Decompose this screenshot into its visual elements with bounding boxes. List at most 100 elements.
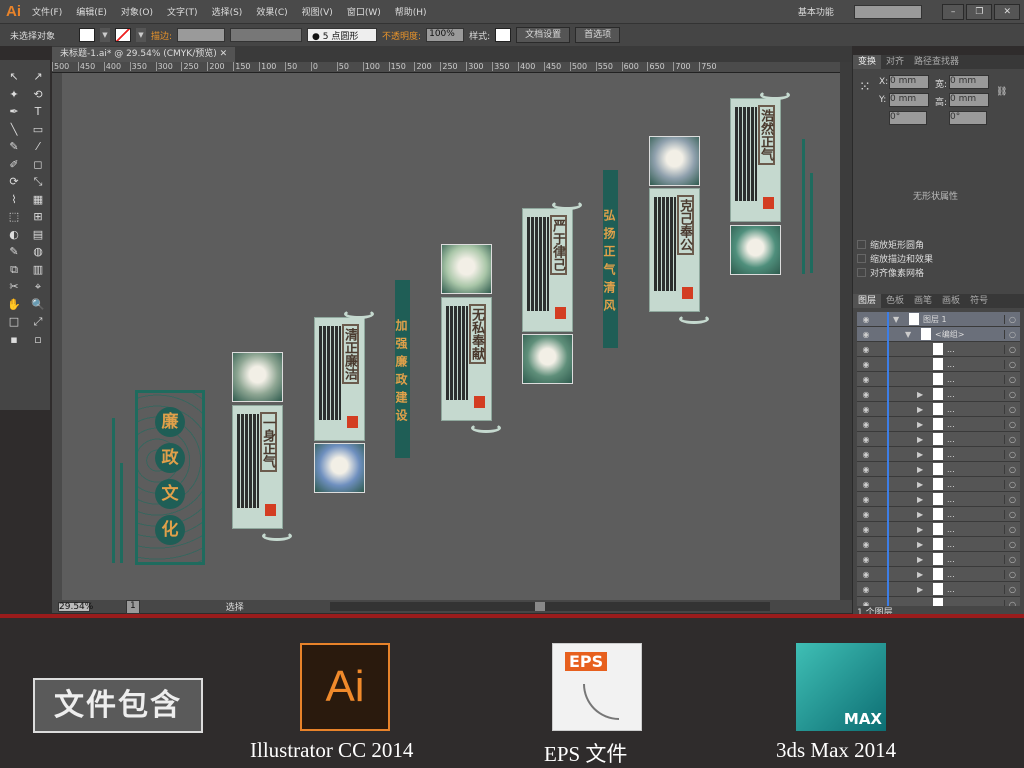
tool-icon[interactable]: ▥ (28, 261, 48, 279)
stroke-swatch[interactable] (115, 28, 131, 42)
tool-icon[interactable]: ⤡ (28, 173, 48, 191)
expand-arrow-icon[interactable]: ▶ (917, 450, 929, 459)
workspace-switcher[interactable]: 基本功能 (798, 5, 834, 18)
expand-arrow-icon[interactable]: ▶ (917, 555, 929, 564)
tool-icon[interactable]: T (28, 103, 48, 121)
document-setup-button[interactable]: 文档设置 (516, 27, 571, 43)
lock-toggle[interactable] (875, 431, 889, 447)
tool-icon[interactable]: ◍ (28, 243, 48, 261)
lock-toggle[interactable] (875, 326, 889, 342)
expand-arrow-icon[interactable]: ▶ (917, 525, 929, 534)
reference-point-icon[interactable]: ⁙ (859, 79, 871, 95)
layer-row[interactable]: ◉... ○ (857, 371, 1020, 387)
menu-item[interactable]: 文字(T) (167, 5, 198, 18)
checkbox-option[interactable]: 缩放描边和效果 (857, 251, 933, 265)
brush-select[interactable]: ● 5 点圆形 (307, 28, 378, 42)
layers-tab[interactable]: 画笔 (909, 294, 937, 308)
transform-tab[interactable]: 路径查找器 (909, 55, 964, 69)
tool-icon[interactable]: 🔍 (28, 296, 48, 314)
eye-icon[interactable]: ◉ (857, 510, 875, 519)
tool-icon[interactable]: ⌖ (28, 278, 48, 296)
expand-arrow-icon[interactable]: ▶ (917, 390, 929, 399)
lock-toggle[interactable] (875, 356, 889, 372)
expand-arrow-icon[interactable]: ▼ (905, 330, 917, 339)
shear-field[interactable]: 0° (949, 111, 987, 125)
layer-row[interactable]: ◉ ▶... ○ (857, 536, 1020, 552)
zoom-field[interactable]: 29.54% (58, 601, 93, 612)
artboard-field[interactable]: 1 (126, 599, 140, 614)
tool-icon[interactable]: ⌇ (4, 191, 24, 209)
layer-row[interactable]: ◉ ▶... ○ (857, 476, 1020, 492)
lock-toggle[interactable] (875, 371, 889, 387)
expand-arrow-icon[interactable]: ▶ (917, 510, 929, 519)
layer-row[interactable]: ◉ ▶... ○ (857, 521, 1020, 537)
tool-icon[interactable]: ⬚ (4, 208, 24, 226)
lock-toggle[interactable] (875, 446, 889, 462)
document-tab[interactable]: 未标题-1.ai* @ 29.54% (CMYK/预览) ✕ (52, 47, 236, 62)
target-icon[interactable]: ○ (1004, 329, 1020, 339)
layer-row[interactable]: ◉ ▶... ○ (857, 581, 1020, 597)
tool-icon[interactable]: ✒ (4, 103, 24, 121)
expand-arrow-icon[interactable]: ▶ (917, 540, 929, 549)
link-icon[interactable]: ⛓ (996, 87, 1007, 97)
expand-arrow-icon[interactable]: ▶ (917, 465, 929, 474)
opacity-field[interactable]: 100% (426, 28, 465, 42)
target-icon[interactable]: ○ (1004, 404, 1020, 414)
target-icon[interactable]: ○ (1004, 449, 1020, 459)
eye-icon[interactable]: ◉ (857, 345, 875, 354)
target-icon[interactable]: ○ (1004, 389, 1020, 399)
target-icon[interactable]: ○ (1004, 479, 1020, 489)
search-input[interactable] (853, 4, 922, 19)
lock-toggle[interactable] (875, 566, 889, 582)
tool-icon[interactable]: ✂ (4, 278, 24, 296)
lock-toggle[interactable] (875, 461, 889, 477)
target-icon[interactable]: ○ (1004, 599, 1020, 606)
checkbox[interactable] (857, 253, 866, 263)
layer-row[interactable]: ◉... ○ (857, 341, 1020, 357)
eye-icon[interactable]: ◉ (857, 465, 875, 474)
width-field[interactable]: 0 mm (949, 75, 989, 89)
stroke-label[interactable]: 描边: (151, 29, 172, 42)
opacity-label[interactable]: 不透明度: (382, 29, 421, 42)
expand-arrow-icon[interactable]: ▶ (917, 480, 929, 489)
lock-toggle[interactable] (875, 551, 889, 567)
lock-toggle[interactable] (875, 491, 889, 507)
tool-icon[interactable]: ▫ (28, 331, 48, 349)
lock-toggle[interactable] (875, 506, 889, 522)
expand-arrow-icon[interactable]: ▶ (917, 405, 929, 414)
style-swatch[interactable] (495, 28, 512, 42)
x-field[interactable]: 0 mm (889, 75, 929, 89)
target-icon[interactable]: ○ (1004, 464, 1020, 474)
menu-item[interactable]: 帮助(H) (395, 5, 427, 18)
layers-tab[interactable]: 色板 (881, 294, 909, 308)
expand-arrow-icon[interactable]: ▶ (917, 435, 929, 444)
target-icon[interactable]: ○ (1004, 509, 1020, 519)
chevron-down-icon[interactable]: ▼ (100, 28, 110, 42)
tool-icon[interactable]: ↖ (4, 68, 24, 86)
checkbox-option[interactable]: 对齐像素网格 (857, 265, 933, 279)
expand-arrow-icon[interactable]: ▼ (893, 315, 905, 324)
eye-icon[interactable]: ◉ (857, 450, 875, 459)
tool-icon[interactable]: ✐ (4, 156, 24, 174)
tool-icon[interactable]: ◻ (28, 156, 48, 174)
layer-row[interactable]: ◉ ▶... ○ (857, 491, 1020, 507)
target-icon[interactable]: ○ (1004, 434, 1020, 444)
horizontal-scrollbar[interactable] (329, 602, 770, 611)
expand-arrow-icon[interactable]: ▶ (917, 585, 929, 594)
lock-toggle[interactable] (875, 416, 889, 432)
tool-icon[interactable]: ▤ (28, 226, 48, 244)
chevron-down-icon[interactable]: ▼ (136, 28, 146, 42)
target-icon[interactable]: ○ (1004, 524, 1020, 534)
expand-arrow-icon[interactable]: ▶ (917, 420, 929, 429)
lock-toggle[interactable] (875, 312, 889, 327)
layer-row[interactable]: ◉ ▶... ○ (857, 416, 1020, 432)
restore-button[interactable]: ❐ (966, 3, 993, 20)
preferences-button[interactable]: 首选项 (575, 27, 621, 43)
layer-row[interactable]: ◉ ▶... ○ (857, 446, 1020, 462)
tool-icon[interactable]: ╲ (4, 121, 24, 139)
target-icon[interactable]: ○ (1004, 314, 1020, 324)
layer-row[interactable]: ◉ ▶... ○ (857, 566, 1020, 582)
close-button[interactable]: ✕ (994, 3, 1020, 20)
eye-icon[interactable]: ◉ (857, 480, 875, 489)
eye-icon[interactable]: ◉ (857, 435, 875, 444)
